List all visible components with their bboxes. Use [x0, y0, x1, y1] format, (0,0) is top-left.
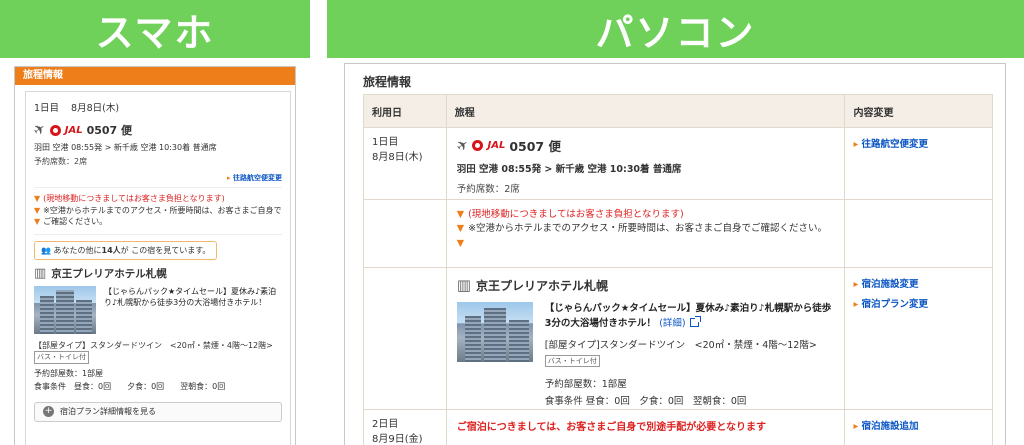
add-hotel-link[interactable]: 宿泊施設追加: [853, 418, 992, 432]
smartphone-banner: スマホ: [0, 0, 310, 58]
airline-name: JAL: [487, 140, 506, 151]
pc-notes-cell: ▼ ▼ ▼ (現地移動につきましてはお客さま負担となります) ※空港からホテルまでの…: [447, 200, 846, 267]
hotel-photo[interactable]: [456, 302, 533, 362]
plus-icon: +: [43, 406, 54, 418]
pc-meals: 食事条件 昼食：0回 夕食：0回 翌朝食：0回: [544, 395, 747, 407]
pc-note-transport: (現地移動につきましてはお客さま負担となります): [468, 209, 684, 220]
pc-section-title: 旅程情報: [363, 75, 412, 89]
detail-link[interactable]: (詳細): [659, 318, 685, 329]
change-hotel-link[interactable]: 宿泊施設変更: [853, 276, 992, 290]
sp-itinerary-card: 1日目 8月8日(木) ✈ JAL 0507 便 羽田 空港 08:55発 > …: [25, 91, 291, 445]
pc-room-type: [部屋タイプ]スタンダードツイン <20㎡・禁煙・4階～12階> バス・トイレ付: [544, 339, 835, 368]
pc-day2-date: 2日目 8月9日(金): [364, 410, 447, 445]
pc-seats: 予約席数：2席: [456, 184, 520, 195]
pc-rooms: 予約部屋数：1部屋: [544, 378, 627, 390]
building-icon: ▥: [34, 265, 47, 281]
header-date: 利用日: [364, 95, 447, 127]
people-icon: 👥: [41, 245, 51, 255]
sp-note-access: ※空港からホテルまでのアクセス・所要時間は、お客さまご自身でご確認ください。: [43, 205, 282, 227]
smartphone-view: 旅程情報 1日目 8月8日(木) ✈ JAL 0507 便 羽田 空港 08:5…: [14, 66, 296, 445]
sp-hotel-name[interactable]: 京王プレリアホテル札幌: [51, 266, 167, 281]
pc-flight-line: ✈ JAL 0507 便: [453, 136, 835, 156]
airplane-icon: ✈: [30, 120, 50, 140]
down-arrow-icon: ▼ ▼ ▼: [456, 209, 465, 249]
sp-rooms: 予約部屋数：1部屋: [34, 368, 104, 378]
pc-day1-date: 1日目 8月8日(木): [364, 128, 447, 199]
flight-number: 0507 便: [509, 139, 561, 154]
hotel-photo[interactable]: [34, 285, 96, 334]
table-row: 2日目 8月9日(金) ご宿泊につきましては、お客さまご自身で別途手配が必要とな…: [363, 410, 993, 445]
sp-plan-details-button[interactable]: + 宿泊プラン詳細情報を見る: [34, 401, 282, 422]
sp-section-title: 旅程情報: [15, 67, 295, 85]
table-row: ▥ 京王プレリアホテル札幌 【じゃらんパック★タイムセール】夏休み♪素泊り♪札幌…: [363, 268, 993, 410]
sp-hotel-line: ▥ 京王プレリアホテル札幌: [34, 266, 282, 281]
itinerary-table: 利用日 旅程 内容変更 1日目 8月8日(木) ✈ JAL 0507 便 羽田 …: [363, 94, 993, 445]
sp-room-type: 【部屋タイプ】スタンダードツイン <20㎡・禁煙・4階～12階> バス・トイレ付: [34, 340, 282, 364]
sp-notes: ▼ ▼ ▼ (現地移動につきましてはお客さま負担となります) ※空港からホテルまでの…: [34, 187, 282, 228]
pc-day2-cell: ご宿泊につきましては、お客さまご自身で別途手配が必要となります: [447, 410, 846, 445]
table-row: 1日目 8月8日(木) ✈ JAL 0507 便 羽田 空港 08:55発 > …: [363, 128, 993, 200]
pc-hotel-change: 宿泊施設変更 宿泊プラン変更: [845, 268, 992, 409]
sp-seats: 予約席数：2席: [34, 157, 88, 166]
pc-flight-change: 往路航空便変更: [845, 128, 992, 199]
sp-plan-title[interactable]: 【じゃらんパック★タイムセール】夏休み♪素泊り♪札幌駅から徒歩3分の大浴場付きホ…: [104, 286, 282, 334]
sp-date-text: 8月8日(木): [71, 103, 120, 114]
airplane-icon: ✈: [453, 135, 473, 156]
pc-bath-tag: バス・トイレ付: [544, 354, 600, 368]
table-header: 利用日 旅程 内容変更: [363, 94, 993, 128]
viewers-badge: 👥 あなたの他に14人が この宿を見ています。: [34, 240, 218, 260]
pc-flight-cell: ✈ JAL 0507 便 羽田 空港 08:55発 > 新千歳 空港 10:30…: [447, 128, 846, 199]
sp-day1-date: 1日目 8月8日(木): [34, 100, 282, 114]
pc-day2-change: 宿泊施設追加: [845, 410, 992, 445]
pc-plan-title: 【じゃらんパック★タイムセール】夏休み♪素泊り♪札幌駅から徒歩3分の大浴場付きホ…: [544, 303, 832, 329]
table-row: ▼ ▼ ▼ (現地移動につきましてはお客さま負担となります) ※空港からホテルまでの…: [363, 200, 993, 268]
sp-meals: 食事条件 昼食：0回 夕食：0回 翌朝食：0回: [34, 381, 226, 391]
header-change: 内容変更: [853, 107, 894, 119]
pc-note-access: ※空港からホテルまでのアクセス・所要時間は、お客さまご自身でご確認ください。: [468, 223, 828, 235]
sp-route: 羽田 空港 08:55発 > 新千歳 空港 10:30着 普通席: [34, 143, 217, 152]
header-itinerary: 旅程: [447, 95, 846, 127]
jal-logo-icon: [49, 124, 61, 136]
sp-bath-tag: バス・トイレ付: [34, 351, 89, 364]
sp-flight-line: ✈ JAL 0507 便: [30, 120, 282, 140]
flight-number: 0507 便: [86, 124, 133, 137]
day2-notice: ご宿泊につきましては、お客さまご自身で別途手配が必要となります: [456, 422, 766, 433]
pc-change-flight-link[interactable]: 往路航空便変更: [853, 136, 992, 150]
change-plan-link[interactable]: 宿泊プラン変更: [853, 296, 992, 310]
building-icon: ▥: [456, 276, 471, 294]
sp-note-transport: (現地移動につきましてはお客さま負担となります): [43, 194, 225, 203]
pc-banner: パソコン: [327, 0, 1024, 58]
sp-change-flight-link[interactable]: 往路航空便変更: [227, 174, 282, 182]
pc-hotel-cell: ▥ 京王プレリアホテル札幌 【じゃらんパック★タイムセール】夏休み♪素泊り♪札幌…: [447, 268, 846, 409]
sp-day-label: 1日目: [34, 103, 60, 114]
pc-view: 旅程情報 利用日 旅程 内容変更 1日目 8月8日(木) ✈ JAL 0507 …: [344, 63, 1006, 445]
jal-logo-icon: [472, 140, 484, 151]
pc-hotel-name[interactable]: 京王プレリアホテル札幌: [476, 277, 608, 294]
pc-route: 羽田 空港 08:55発 > 新千歳 空港 10:30着 普通席: [456, 164, 682, 175]
airline-name: JAL: [64, 124, 83, 136]
pc-hotel-line: ▥ 京王プレリアホテル札幌: [457, 276, 835, 294]
external-link-icon[interactable]: [689, 315, 701, 327]
down-arrow-icon: ▼ ▼ ▼: [34, 194, 41, 227]
